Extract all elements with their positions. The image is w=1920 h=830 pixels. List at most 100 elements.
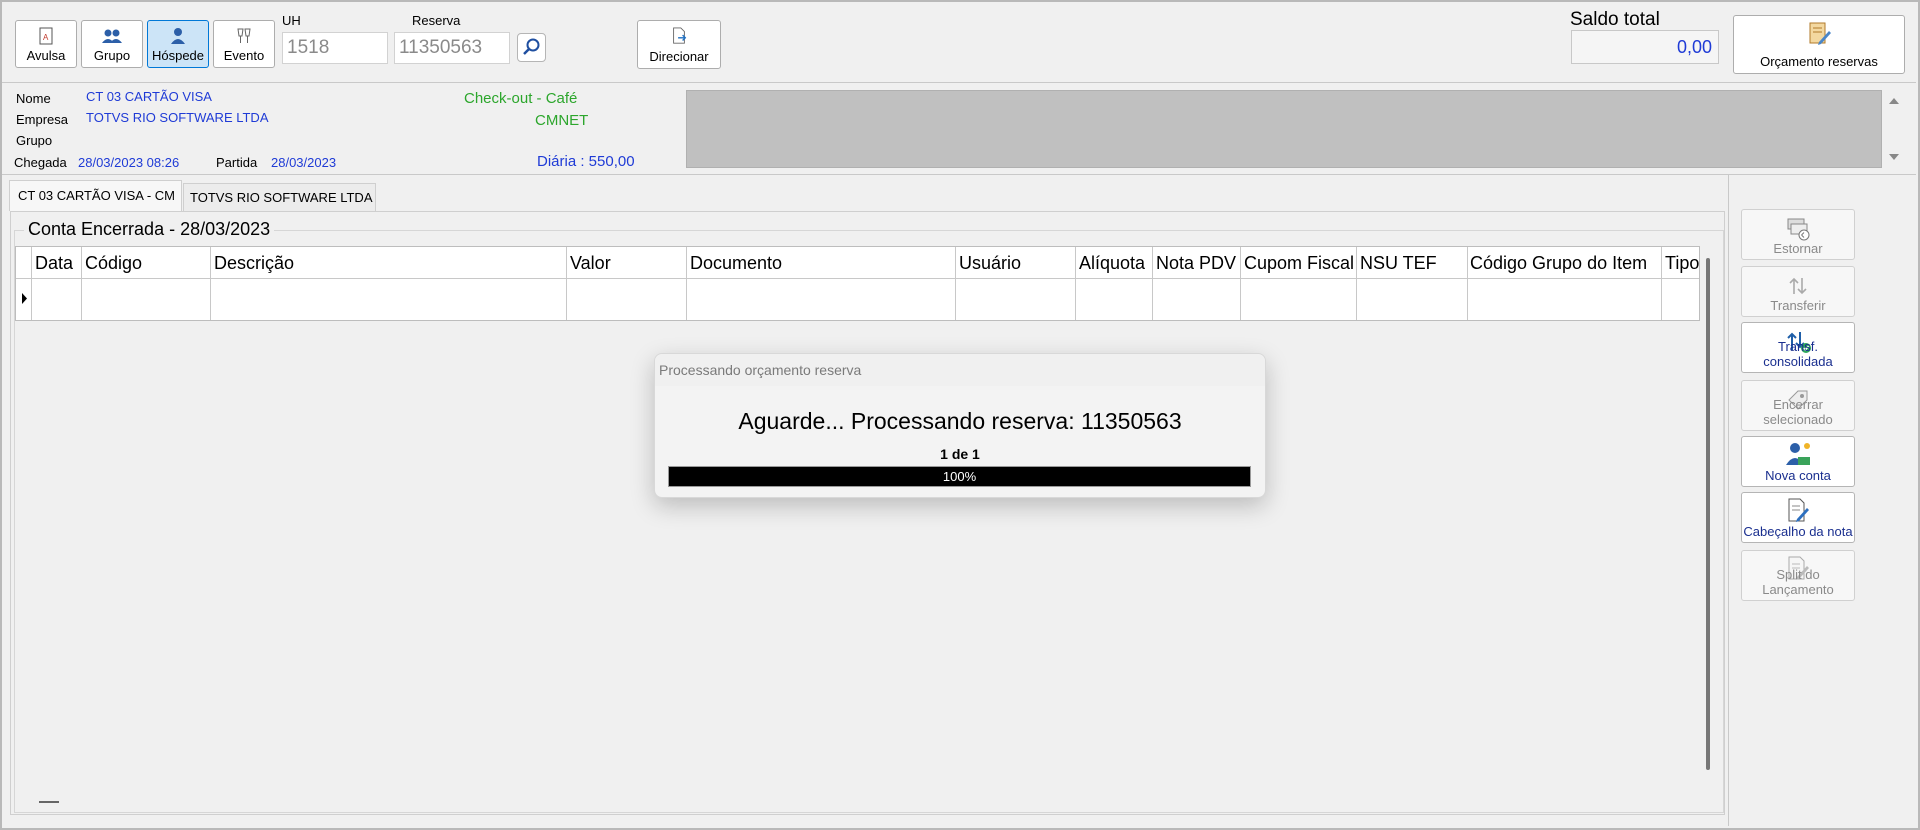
col-nota-pdv[interactable]: Nota PDV xyxy=(1156,248,1240,278)
grid-vertical-scrollbar[interactable] xyxy=(1706,258,1710,770)
nome-label: Nome xyxy=(16,91,51,106)
grid-separator xyxy=(566,247,567,320)
new-account-user-icon xyxy=(1786,443,1810,465)
uh-field[interactable]: 1518 xyxy=(282,32,388,64)
grid-separator xyxy=(1240,247,1241,320)
uh-label: UH xyxy=(282,13,301,28)
transferir-label: Transferir xyxy=(1770,298,1826,313)
split-lancamento-button[interactable]: Split do Lançamento xyxy=(1741,550,1855,601)
diaria-value: Diária : 550,00 xyxy=(537,153,635,170)
col-codigo-grupo-item[interactable]: Código Grupo do Item xyxy=(1470,248,1660,278)
estornar-label: Estornar xyxy=(1773,241,1823,256)
budget-edit-icon xyxy=(1809,22,1831,45)
saldo-label: Saldo total xyxy=(1570,9,1660,30)
row-indicator xyxy=(16,279,31,320)
hospede-button[interactable]: Hóspede xyxy=(147,20,209,68)
progress-bar: 100% xyxy=(668,466,1251,487)
group-icon xyxy=(102,29,122,43)
tab-guest-label: CT 03 CARTÃO VISA - CM xyxy=(18,188,176,203)
tab-company-label: TOTVS RIO SOFTWARE LTDA xyxy=(190,190,373,205)
transf-consolidada-button[interactable]: Transf. consolidada xyxy=(1741,322,1855,373)
orcamento-label: Orçamento reservas xyxy=(1760,54,1878,69)
grid-separator xyxy=(955,247,956,320)
grid-horizontal-scrollbar[interactable] xyxy=(39,801,59,803)
progress-dialog: Processando orçamento reserva Aguarde...… xyxy=(654,353,1266,498)
grid-separator xyxy=(81,247,82,320)
orcamento-reservas-button[interactable]: Orçamento reservas xyxy=(1733,15,1905,74)
reverse-money-icon xyxy=(1787,218,1810,241)
grid-separator xyxy=(31,247,32,320)
partida-label: Partida xyxy=(216,155,258,170)
saldo-value: 0,00 xyxy=(1571,30,1719,64)
tab-guest-account[interactable]: CT 03 CARTÃO VISA - CM xyxy=(9,180,182,211)
cmnet-label: CMNET xyxy=(535,112,589,129)
document-icon: A xyxy=(39,27,53,45)
col-codigo[interactable]: Código xyxy=(85,248,205,278)
sidebar-divider xyxy=(1728,175,1729,826)
empresa-value: TOTVS RIO SOFTWARE LTDA xyxy=(86,110,269,125)
person-icon xyxy=(171,28,185,44)
grid-header-line xyxy=(16,278,1699,279)
grupo-info-label: Grupo xyxy=(16,133,53,148)
col-usuario[interactable]: Usuário xyxy=(959,248,1071,278)
nova-conta-label: Nova conta xyxy=(1765,468,1831,483)
col-data[interactable]: Data xyxy=(35,248,79,278)
toolbar-divider xyxy=(2,82,1916,83)
chegada-value: 28/03/2023 08:26 xyxy=(78,155,180,170)
grid-separator xyxy=(210,247,211,320)
grid-separator xyxy=(1075,247,1076,320)
checkout-status: Check-out - Café xyxy=(464,90,578,107)
grid-separator xyxy=(1661,247,1662,320)
search-button[interactable] xyxy=(517,33,546,62)
col-descricao[interactable]: Descrição xyxy=(214,248,564,278)
col-aliquota[interactable]: Alíquota xyxy=(1079,248,1152,278)
cabecalho-nota-button[interactable]: Cabeçalho da nota xyxy=(1741,492,1855,543)
toast-glasses-icon xyxy=(237,28,251,43)
chegada-label: Chegada xyxy=(14,155,67,170)
grid-separator xyxy=(1356,247,1357,320)
empresa-label: Empresa xyxy=(16,112,69,127)
grupo-label: Grupo xyxy=(93,48,131,63)
edit-document-icon xyxy=(1788,498,1809,522)
grid-separator xyxy=(1152,247,1153,320)
reserva-field[interactable]: 11350563 xyxy=(394,32,510,64)
encerrar-label: Encerrar selecionado xyxy=(1763,397,1833,427)
evento-button[interactable]: Evento xyxy=(213,20,275,68)
col-nsu-tef[interactable]: NSU TEF xyxy=(1360,248,1466,278)
evento-label: Evento xyxy=(223,48,265,63)
estornar-button[interactable]: Estornar xyxy=(1741,209,1855,260)
redirect-document-icon xyxy=(673,27,687,44)
dialog-message: Aguarde... Processando reserva: 11350563 xyxy=(738,408,1182,434)
notes-panel xyxy=(686,90,1882,168)
avulsa-button[interactable]: A Avulsa xyxy=(15,20,77,68)
grid-separator xyxy=(1467,247,1468,320)
col-tipo[interactable]: Tipo xyxy=(1665,248,1699,278)
grupo-button[interactable]: Grupo xyxy=(81,20,143,68)
direcionar-button[interactable]: Direcionar xyxy=(637,20,721,69)
col-documento[interactable]: Documento xyxy=(690,248,950,278)
direcionar-label: Direcionar xyxy=(649,49,709,64)
col-valor[interactable]: Valor xyxy=(570,248,680,278)
split-label: Split do Lançamento xyxy=(1762,567,1834,597)
col-cupom-fiscal[interactable]: Cupom Fiscal xyxy=(1244,248,1358,278)
tab-company-account[interactable]: TOTVS RIO SOFTWARE LTDA xyxy=(183,183,376,211)
nova-conta-button[interactable]: Nova conta xyxy=(1741,436,1855,487)
transf-consolidada-label: Transf. consolidada xyxy=(1763,339,1833,369)
cabecalho-label: Cabeçalho da nota xyxy=(1743,524,1853,539)
row-pointer-icon xyxy=(22,293,27,304)
transfer-arrows-icon xyxy=(1789,277,1807,295)
dialog-title: Processando orçamento reserva xyxy=(659,362,862,378)
notes-scrollbar[interactable] xyxy=(1884,90,1904,168)
dialog-counter: 1 de 1 xyxy=(940,446,980,462)
transferir-button[interactable]: Transferir xyxy=(1741,266,1855,317)
encerrar-selecionado-button[interactable]: Encerrar selecionado xyxy=(1741,380,1855,431)
nome-value: CT 03 CARTÃO VISA xyxy=(86,89,212,104)
partida-value: 28/03/2023 xyxy=(271,155,337,170)
grid-separator xyxy=(686,247,687,320)
account-title: Conta Encerrada - 28/03/2023 xyxy=(24,219,275,240)
search-icon xyxy=(523,38,540,55)
avulsa-label: Avulsa xyxy=(26,48,66,63)
reserva-label: Reserva xyxy=(412,13,461,28)
scroll-arrows-icon xyxy=(1889,98,1899,160)
progress-label: 100% xyxy=(942,469,977,484)
